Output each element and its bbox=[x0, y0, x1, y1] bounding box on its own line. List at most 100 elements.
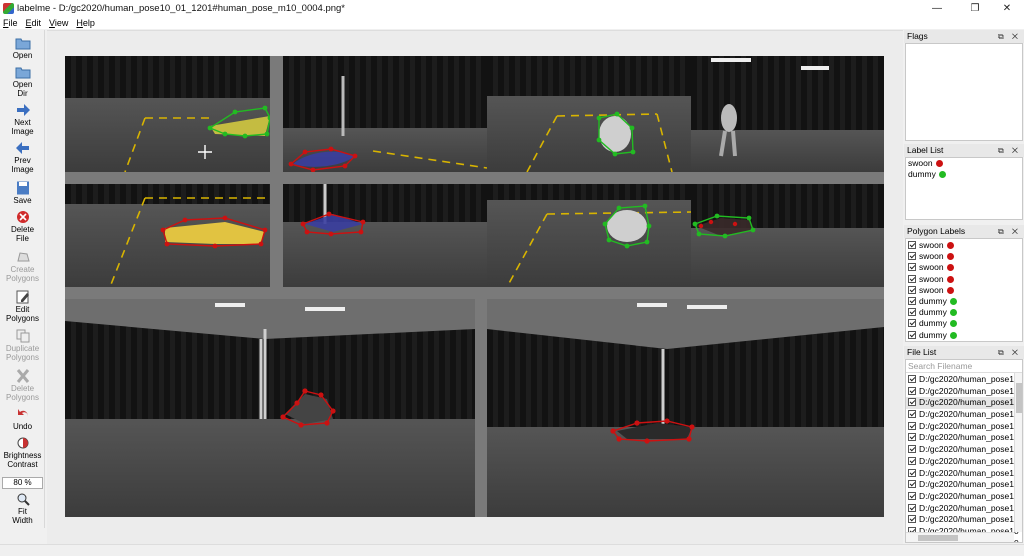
file-list-item[interactable]: D:/gc2020/human_pose10 bbox=[906, 444, 1022, 456]
checkbox[interactable] bbox=[908, 445, 916, 454]
scene-top-row-4 bbox=[691, 56, 884, 172]
menu-view[interactable]: View bbox=[49, 18, 68, 28]
fit-width-button[interactable]: Fit Width bbox=[0, 492, 45, 525]
file-list-horizontal-scrollbar[interactable] bbox=[906, 532, 1014, 542]
image-canvas[interactable] bbox=[47, 30, 903, 544]
file-list-item[interactable]: D:/gc2020/human_pose10 bbox=[906, 479, 1022, 491]
left-toolbar: Open Open Dir Next Image Prev Image Save… bbox=[0, 30, 45, 528]
brightness-contrast-button[interactable]: Brightness Contrast bbox=[0, 436, 45, 469]
scene-middle-row-3 bbox=[487, 184, 691, 287]
checkbox[interactable] bbox=[908, 308, 916, 317]
label-color-dot bbox=[946, 242, 954, 249]
save-button[interactable]: Save bbox=[0, 181, 45, 205]
file-list-item[interactable]: D:/gc2020/human_pose10 bbox=[906, 409, 1022, 421]
polygon-label-item[interactable]: swoon bbox=[906, 251, 1022, 262]
menu-help-label: elp bbox=[82, 17, 95, 28]
checkbox[interactable] bbox=[908, 491, 916, 500]
polygon-label-item[interactable]: swoon bbox=[906, 285, 1022, 296]
open-dir-button[interactable]: Open Dir bbox=[0, 65, 45, 98]
minimize-button[interactable]: — bbox=[920, 0, 954, 16]
menu-view-label: iew bbox=[54, 17, 69, 28]
label-color-dot bbox=[946, 286, 954, 294]
label-list[interactable]: swoon dummy bbox=[905, 157, 1023, 220]
flags-list[interactable] bbox=[905, 43, 1023, 141]
label-list-dock-title: Label List ⧉ ✕ bbox=[904, 144, 1024, 157]
close-button[interactable]: ✕ bbox=[990, 0, 1024, 16]
scrollbar-thumb[interactable] bbox=[1016, 383, 1022, 413]
polygon-label-item[interactable]: swoon bbox=[906, 240, 1022, 251]
file-list-item[interactable]: D:/gc2020/human_pose10 bbox=[906, 456, 1022, 468]
file-list-item[interactable]: D:/gc2020/human_pose10 bbox=[906, 374, 1022, 386]
menu-help[interactable]: Help bbox=[76, 18, 95, 28]
file-list-panel: Search Filename D:/gc2020/human_pose10 D:… bbox=[905, 359, 1023, 543]
delete-file-button[interactable]: Delete File bbox=[0, 210, 45, 243]
duplicate-polygons-button[interactable]: Duplicate Polygons bbox=[0, 329, 45, 362]
checkbox[interactable] bbox=[908, 468, 916, 477]
label-list-item[interactable]: dummy bbox=[906, 169, 1022, 180]
polygon-labels-list[interactable]: swoon swoon swoon swoon swoon dummy dummy dummy… bbox=[905, 238, 1023, 342]
undo-button[interactable]: Undo bbox=[0, 407, 45, 431]
file-list-item[interactable]: D:/gc2020/human_pose10 bbox=[906, 397, 1022, 410]
checkbox[interactable] bbox=[908, 263, 916, 272]
polygon-label-item[interactable]: dummy bbox=[906, 307, 1022, 318]
checkbox[interactable] bbox=[908, 386, 916, 395]
scrollbar-thumb[interactable] bbox=[918, 535, 958, 541]
open-button[interactable]: Open bbox=[0, 36, 45, 60]
polygon-label-item[interactable]: dummy bbox=[906, 296, 1022, 307]
checkbox[interactable] bbox=[908, 375, 916, 383]
zoom-level-input[interactable]: 80 % bbox=[2, 477, 43, 489]
checkbox[interactable] bbox=[908, 480, 916, 489]
menu-file[interactable]: File bbox=[3, 18, 18, 28]
checkbox[interactable] bbox=[908, 252, 916, 261]
next-image-button[interactable]: Next Image bbox=[0, 103, 45, 136]
delete-polygons-label-2: Polygons bbox=[6, 393, 39, 402]
file-list[interactable]: D:/gc2020/human_pose10 D:/gc2020/human_po… bbox=[906, 373, 1022, 542]
checkbox[interactable] bbox=[908, 410, 916, 419]
polygon-label-item[interactable]: swoon bbox=[906, 274, 1022, 285]
checkbox[interactable] bbox=[908, 330, 916, 339]
checkbox[interactable] bbox=[908, 274, 916, 283]
checkbox[interactable] bbox=[908, 398, 916, 407]
contrast-label: Contrast bbox=[7, 460, 38, 469]
checkbox[interactable] bbox=[908, 285, 916, 294]
labelme-app-icon bbox=[3, 2, 14, 14]
checkbox[interactable] bbox=[908, 296, 916, 305]
window-title: labelme - D:/gc2020/human_pose10_01_1201… bbox=[17, 2, 346, 14]
checkbox[interactable] bbox=[908, 515, 916, 524]
checkbox[interactable] bbox=[908, 433, 916, 442]
polygon-label-item[interactable]: dummy bbox=[906, 318, 1022, 329]
create-polygons-button[interactable]: Create Polygons bbox=[0, 250, 45, 283]
polygon-label-item[interactable]: swoon bbox=[906, 262, 1022, 273]
file-list-item[interactable]: D:/gc2020/human_pose10 bbox=[906, 491, 1022, 503]
file-list-item[interactable]: D:/gc2020/human_pose10 bbox=[906, 468, 1022, 480]
prev-image-button[interactable]: Prev Image bbox=[0, 141, 45, 174]
file-list-vertical-scrollbar[interactable] bbox=[1014, 373, 1022, 532]
file-list-item[interactable]: D:/gc2020/human_pose10 bbox=[906, 432, 1022, 444]
checkbox[interactable] bbox=[908, 503, 916, 512]
checkbox[interactable] bbox=[908, 456, 916, 465]
image-collage[interactable] bbox=[65, 56, 884, 517]
checkbox[interactable] bbox=[908, 241, 916, 249]
next-image-label-2: Image bbox=[11, 127, 34, 136]
file-list-item[interactable]: D:/gc2020/human_pose10 bbox=[906, 514, 1022, 526]
dock-float-close-buttons[interactable]: ⧉ ✕ bbox=[998, 225, 1021, 238]
menu-edit[interactable]: Edit bbox=[26, 18, 42, 28]
dock-float-close-buttons[interactable]: ⧉ ✕ bbox=[998, 30, 1021, 43]
file-list-item[interactable]: D:/gc2020/human_pose10 bbox=[906, 503, 1022, 515]
dock-float-close-buttons[interactable]: ⧉ ✕ bbox=[998, 346, 1021, 359]
file-name: D:/gc2020/human_pose10 bbox=[919, 502, 1019, 513]
open-label: Open bbox=[12, 51, 33, 60]
search-filename-input[interactable]: Search Filename bbox=[906, 360, 1022, 373]
edit-polygons-button[interactable]: Edit Polygons bbox=[0, 290, 45, 323]
checkbox[interactable] bbox=[908, 319, 916, 328]
checkbox[interactable] bbox=[908, 421, 916, 430]
maximize-button[interactable]: ❐ bbox=[958, 0, 992, 16]
file-list-item[interactable]: D:/gc2020/human_pose10 bbox=[906, 386, 1022, 398]
polygon-label-item[interactable]: dummy bbox=[906, 330, 1022, 341]
delete-polygons-button[interactable]: Delete Polygons bbox=[0, 369, 45, 402]
file-name: D:/gc2020/human_pose10 bbox=[919, 397, 1019, 408]
file-name: D:/gc2020/human_pose10 bbox=[919, 490, 1019, 501]
dock-float-close-buttons[interactable]: ⧉ ✕ bbox=[998, 144, 1021, 157]
label-list-item[interactable]: swoon bbox=[906, 158, 1022, 169]
file-list-item[interactable]: D:/gc2020/human_pose10 bbox=[906, 421, 1022, 433]
